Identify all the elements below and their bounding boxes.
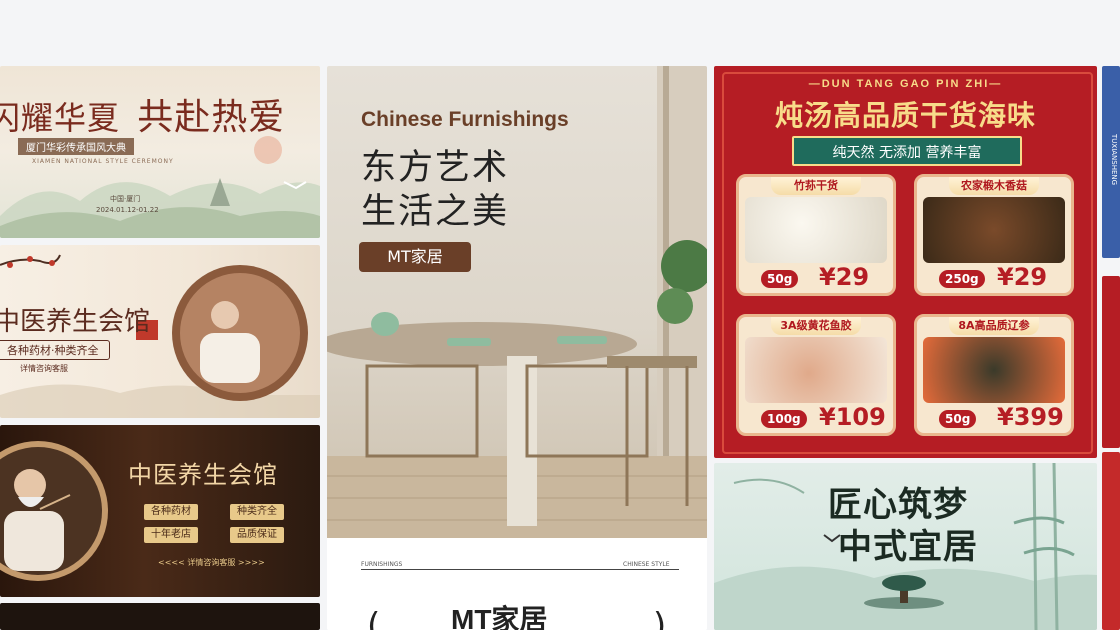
product-card[interactable]: 8A高品质辽参 50g ¥399: [914, 314, 1074, 436]
template-card-partial-red-2[interactable]: [1102, 452, 1120, 630]
banner-english: XIAMEN NATIONAL STYLE CEREMONY: [32, 158, 174, 165]
banner-contact: <<<< 详情咨询客服 >>>>: [158, 558, 265, 567]
product-price: ¥399: [997, 403, 1064, 431]
banner-title: 中医养生会馆: [128, 461, 278, 489]
template-card-partial-blue[interactable]: TUXIANSHENG: [1102, 66, 1120, 258]
vertical-text: TUXIANSHENG: [1110, 134, 1118, 186]
product-weight: 50g: [939, 410, 977, 428]
product-weight: 50g: [761, 270, 799, 288]
product-card[interactable]: 3A级黄花鱼胶 100g ¥109: [736, 314, 896, 436]
main-title: 炖汤高品质干货海味: [774, 99, 1036, 132]
product-name: 农家椴木香菇: [949, 177, 1039, 195]
product-weight: 100g: [761, 410, 807, 428]
product-card[interactable]: 农家椴木香菇 250g ¥29: [914, 174, 1074, 296]
banner-subtitle: 各种药材·种类齐全: [0, 340, 110, 360]
footer-bracket-right-icon: ): [653, 606, 667, 630]
english-title: Chinese Furnishings: [361, 108, 569, 131]
banner-title-b: 共赴热爱: [137, 97, 286, 138]
banner-contact: 详情咨询客服: [20, 364, 68, 373]
template-card-national-style[interactable]: 闪耀华夏 共赴热爱 厦门华彩传承国风大典 XIAMEN NATIONAL STY…: [0, 66, 320, 238]
template-card-tcm-dark[interactable]: 中医养生会馆 各种药材 种类齐全 十年老店 品质保证 <<<< 详情咨询客服 >…: [0, 425, 320, 597]
headline-2: 生活之美: [361, 192, 510, 232]
banner-location: 中国·厦门: [110, 195, 141, 203]
footer-brand: MT家居: [451, 604, 548, 630]
headline-1: 东方艺术: [361, 148, 510, 188]
product-price: ¥29: [997, 263, 1048, 291]
product-price: ¥109: [819, 403, 886, 431]
banner-tag: 各种药材: [144, 504, 198, 520]
template-card-tcm-light[interactable]: 中医养生会馆 各种药材·种类齐全 详情咨询客服: [0, 245, 320, 418]
template-card-seafood[interactable]: —DUN TANG GAO PIN ZHI— 炖汤高品质干货海味 纯天然 无添加…: [714, 66, 1097, 458]
footer-divider: [361, 569, 679, 570]
product-card[interactable]: 竹荪干货 50g ¥29: [736, 174, 896, 296]
home-title-2: 中式宜居: [838, 527, 978, 567]
footer-right: CHINESE STYLE: [623, 561, 670, 568]
ribbon-text: 纯天然 无添加 营养丰富: [832, 145, 982, 161]
banner-tag: 种类齐全: [230, 504, 284, 520]
template-card-chinese-furnishings[interactable]: Chinese Furnishings 东方艺术 生活之美 MT家居 FURNI…: [327, 66, 707, 630]
footer-left: FURNISHINGS: [361, 561, 403, 568]
furniture-illustration: [327, 66, 707, 538]
banner-subtitle: 厦门华彩传承国风大典: [18, 138, 134, 155]
banner-tag: 品质保证: [230, 527, 284, 543]
product-image: [923, 197, 1065, 263]
top-bar: [0, 0, 1120, 62]
product-name: 8A高品质辽参: [949, 317, 1039, 335]
product-image: [923, 337, 1065, 403]
template-card-partial-red[interactable]: [1102, 276, 1120, 448]
product-price: ¥29: [819, 263, 870, 291]
product-image: [745, 197, 887, 263]
product-name: 3A级黄花鱼胶: [771, 317, 861, 335]
template-card-partial[interactable]: [0, 603, 320, 630]
brand-tag: MT家居: [359, 242, 471, 272]
template-card-chinese-home[interactable]: 匠心筑梦 中式宜居: [714, 463, 1097, 630]
footer-bracket-left-icon: (: [367, 606, 381, 630]
banner-title: 中医养生会馆: [0, 307, 151, 337]
banner-date: 2024.01.12-01.22: [96, 206, 159, 214]
banner-tag: 十年老店: [144, 527, 198, 543]
product-image: [745, 337, 887, 403]
product-weight: 250g: [939, 270, 985, 288]
product-name: 竹荪干货: [771, 177, 861, 195]
banner-title-a: 闪耀华夏: [0, 99, 121, 137]
pinyin-title: —DUN TANG GAO PIN ZHI—: [808, 78, 1003, 90]
